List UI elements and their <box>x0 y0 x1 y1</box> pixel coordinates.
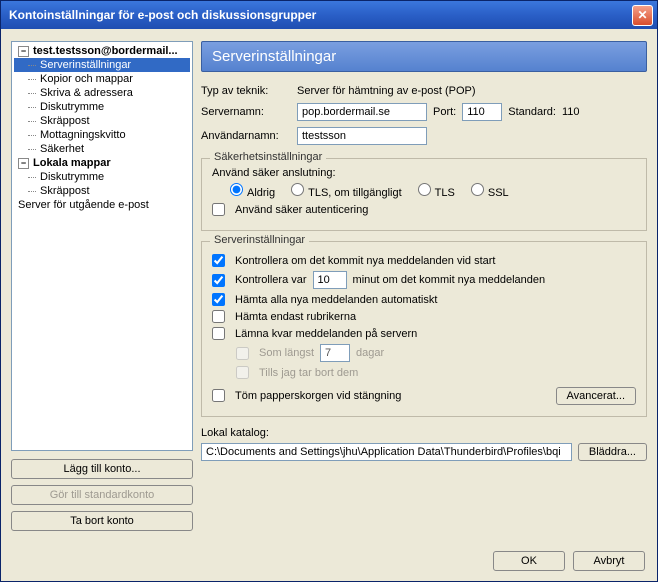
cancel-button[interactable]: Avbryt <box>573 551 645 571</box>
check-interval-label-b: minut om det kommit nya meddelanden <box>353 274 546 286</box>
at-most-label: Som längst <box>259 347 314 359</box>
tree-item-local-disk[interactable]: Diskutrymme <box>14 170 190 184</box>
tree-item-copies[interactable]: Kopior och mappar <box>14 72 190 86</box>
tree-item-security[interactable]: Säkerhet <box>14 142 190 156</box>
row-username: Användarnamn: <box>201 127 647 145</box>
sidebar-buttons: Lägg till konto... Gör till standardkont… <box>11 459 193 531</box>
local-dir-input[interactable] <box>201 443 572 461</box>
check-start-label: Kontrollera om det kommit nya meddelande… <box>235 255 495 267</box>
check-start-checkbox[interactable] <box>212 254 225 267</box>
collapse-icon[interactable]: − <box>18 158 29 169</box>
row-secure-auth: Använd säker autenticering <box>212 203 636 216</box>
at-most-input <box>320 344 350 362</box>
at-most-checkbox <box>236 347 249 360</box>
server-label: Servernamn: <box>201 106 291 118</box>
sidebar: − test.testsson@bordermail... Serverinst… <box>11 41 193 531</box>
fetch-all-label: Hämta alla nya meddelanden automatiskt <box>235 294 437 306</box>
until-delete-checkbox <box>236 366 249 379</box>
check-interval-checkbox[interactable] <box>212 274 225 287</box>
username-input[interactable] <box>297 127 427 145</box>
empty-trash-label: Töm papperskorgen vid stängning <box>235 390 401 402</box>
type-label: Typ av teknik: <box>201 85 291 97</box>
local-label: Lokala mappar <box>33 157 111 169</box>
security-fieldset: Säkerhetsinställningar Använd säker ansl… <box>201 158 647 231</box>
radio-tls-avail[interactable]: TLS, om tillgängligt <box>291 183 402 199</box>
close-icon[interactable]: ✕ <box>632 5 653 26</box>
radio-tls[interactable]: TLS <box>418 183 455 199</box>
collapse-icon[interactable]: − <box>18 46 29 57</box>
security-legend: Säkerhetsinställningar <box>210 151 326 163</box>
check-interval-label-a: Kontrollera var <box>235 274 307 286</box>
account-label: test.testsson@bordermail... <box>33 45 178 57</box>
add-account-button[interactable]: Lägg till konto... <box>11 459 193 479</box>
headers-only-checkbox[interactable] <box>212 310 225 323</box>
row-type: Typ av teknik: Server för hämtning av e-… <box>201 85 647 97</box>
server-fieldset: Serverinställningar Kontrollera om det k… <box>201 241 647 417</box>
secure-radio-group: Aldrig TLS, om tillgängligt TLS SSL <box>212 183 636 199</box>
server-name-input[interactable] <box>297 103 427 121</box>
secure-auth-label: Använd säker autenticering <box>235 204 368 216</box>
tree-item-junk[interactable]: Skräppost <box>14 114 190 128</box>
row-server: Servernamn: Port: Standard: 110 <box>201 103 647 121</box>
titlebar: Kontoinställningar för e-post och diskus… <box>1 1 657 29</box>
leave-server-checkbox[interactable] <box>212 327 225 340</box>
settings-dialog: Kontoinställningar för e-post och diskus… <box>0 0 658 582</box>
page-title: Serverinställningar <box>201 41 647 72</box>
ok-button[interactable]: OK <box>493 551 565 571</box>
radio-ssl[interactable]: SSL <box>471 183 509 199</box>
window-title: Kontoinställningar för e-post och diskus… <box>9 8 632 22</box>
leave-server-label: Lämna kvar meddelanden på servern <box>235 328 417 340</box>
type-value: Server för hämtning av e-post (POP) <box>297 85 476 97</box>
tree-item-outgoing[interactable]: Server för utgående e-post <box>14 198 190 212</box>
main-panel: Serverinställningar Typ av teknik: Serve… <box>201 41 647 531</box>
days-label: dagar <box>356 347 384 359</box>
set-default-button: Gör till standardkonto <box>11 485 193 505</box>
tree-item-local-junk[interactable]: Skräppost <box>14 184 190 198</box>
standard-value: 110 <box>562 106 580 118</box>
radio-never[interactable]: Aldrig <box>230 183 275 199</box>
local-dir-label: Lokal katalog: <box>201 427 647 439</box>
port-label: Port: <box>433 106 456 118</box>
local-dir-row: Bläddra... <box>201 443 647 461</box>
empty-trash-checkbox[interactable] <box>212 389 225 402</box>
until-delete-label: Tills jag tar bort dem <box>259 367 358 379</box>
content: − test.testsson@bordermail... Serverinst… <box>1 29 657 541</box>
secure-auth-checkbox[interactable] <box>212 203 225 216</box>
tree-item-disk[interactable]: Diskutrymme <box>14 100 190 114</box>
port-input[interactable] <box>462 103 502 121</box>
use-secure-label: Använd säker anslutning: <box>212 167 636 179</box>
fetch-all-checkbox[interactable] <box>212 293 225 306</box>
remove-account-button[interactable]: Ta bort konto <box>11 511 193 531</box>
tree-item-receipts[interactable]: Mottagningskvitto <box>14 128 190 142</box>
tree-item-server-settings[interactable]: Serverinställningar <box>14 58 190 72</box>
dialog-footer: OK Avbryt <box>1 541 657 581</box>
standard-label: Standard: <box>508 106 556 118</box>
tree-local-folders[interactable]: − Lokala mappar <box>14 156 190 170</box>
check-interval-input[interactable] <box>313 271 347 289</box>
browse-button[interactable]: Bläddra... <box>578 443 647 461</box>
headers-only-label: Hämta endast rubrikerna <box>235 311 356 323</box>
advanced-button[interactable]: Avancerat... <box>556 387 637 405</box>
tree-item-compose[interactable]: Skriva & adressera <box>14 86 190 100</box>
tree-account-root[interactable]: − test.testsson@bordermail... <box>14 44 190 58</box>
username-label: Användarnamn: <box>201 130 291 142</box>
account-tree: − test.testsson@bordermail... Serverinst… <box>11 41 193 451</box>
server-legend: Serverinställningar <box>210 234 309 246</box>
